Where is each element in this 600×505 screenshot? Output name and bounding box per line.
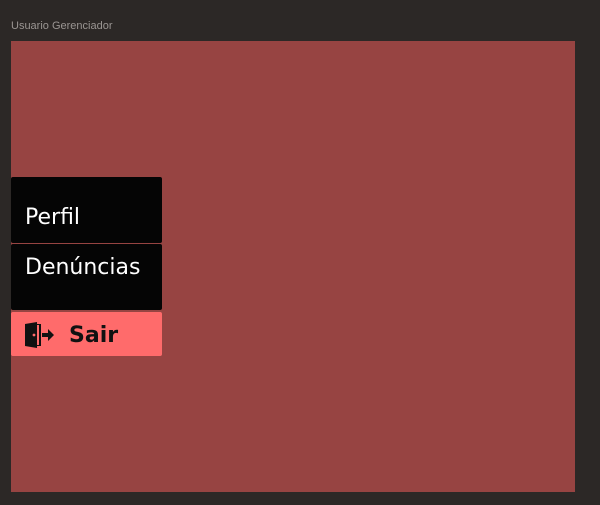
- menu-item-denuncias[interactable]: Denúncias: [25, 255, 140, 280]
- app-frame: Perfil Denúncias Sair: [11, 41, 575, 492]
- menu-item-perfil-container[interactable]: Perfil: [11, 177, 162, 243]
- logout-door-icon: [25, 322, 54, 348]
- logout-label: Sair: [69, 323, 119, 348]
- menu-item-perfil[interactable]: Perfil: [25, 205, 80, 230]
- logout-button[interactable]: Sair: [11, 312, 162, 356]
- frame-title: Usuario Gerenciador: [11, 20, 113, 32]
- menu-item-denuncias-container[interactable]: Denúncias: [11, 244, 162, 310]
